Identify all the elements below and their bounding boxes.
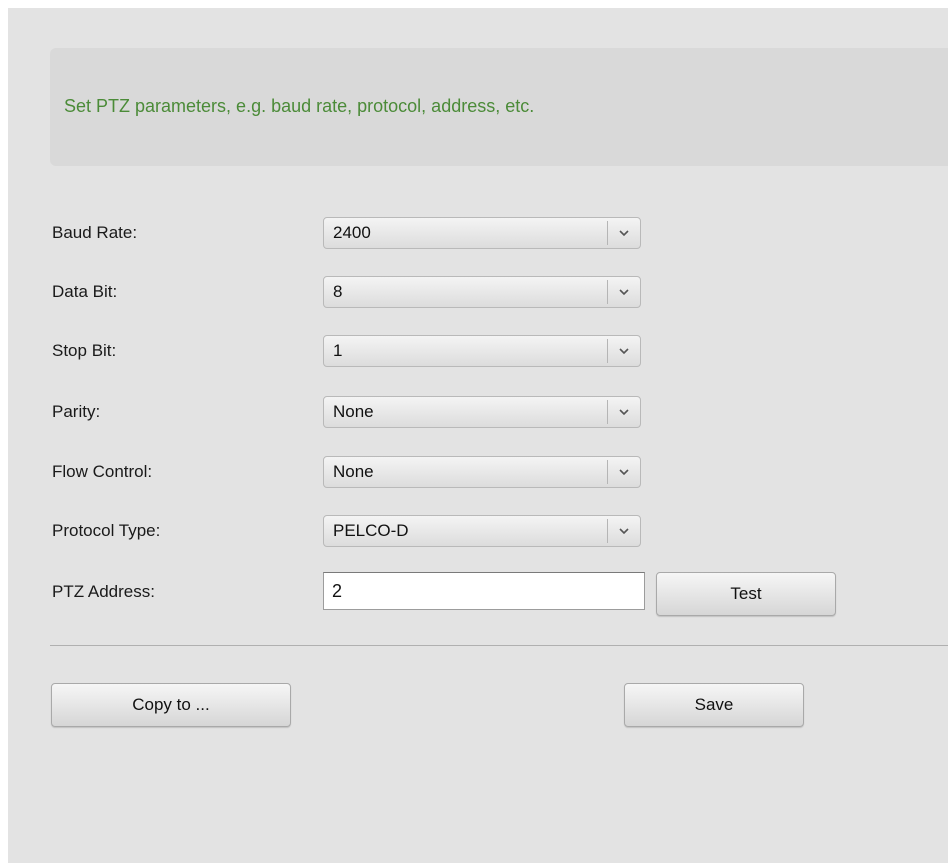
protocol-type-value: PELCO-D bbox=[333, 521, 409, 540]
baud-rate-value: 2400 bbox=[333, 223, 371, 242]
save-button[interactable]: Save bbox=[624, 683, 804, 727]
test-button[interactable]: Test bbox=[656, 572, 836, 616]
flow-control-label: Flow Control: bbox=[52, 462, 153, 481]
ptz-address-label: PTZ Address: bbox=[52, 582, 155, 601]
chevron-down-icon[interactable] bbox=[608, 457, 640, 487]
data-bit-label: Data Bit: bbox=[52, 282, 118, 301]
chevron-down-icon[interactable] bbox=[608, 218, 640, 248]
ptz-address-input[interactable] bbox=[323, 572, 645, 610]
protocol-type-select[interactable]: PELCO-D bbox=[323, 515, 641, 547]
protocol-type-label: Protocol Type: bbox=[52, 521, 161, 540]
copy-to-button[interactable]: Copy to ... bbox=[51, 683, 291, 727]
data-bit-select[interactable]: 8 bbox=[323, 276, 641, 308]
data-bit-value: 8 bbox=[333, 282, 343, 301]
chevron-down-icon[interactable] bbox=[608, 397, 640, 427]
parity-select[interactable]: None bbox=[323, 396, 641, 428]
stop-bit-select[interactable]: 1 bbox=[323, 335, 641, 367]
parity-label: Parity: bbox=[52, 402, 101, 421]
stop-bit-label: Stop Bit: bbox=[52, 341, 117, 360]
stop-bit-value: 1 bbox=[333, 341, 343, 360]
flow-control-select[interactable]: None bbox=[323, 456, 641, 488]
divider bbox=[50, 645, 948, 646]
chevron-down-icon[interactable] bbox=[608, 277, 640, 307]
baud-rate-select[interactable]: 2400 bbox=[323, 217, 641, 249]
baud-rate-label: Baud Rate: bbox=[52, 223, 138, 242]
flow-control-value: None bbox=[333, 462, 374, 481]
parity-value: None bbox=[333, 402, 374, 421]
chevron-down-icon[interactable] bbox=[608, 336, 640, 366]
info-text: Set PTZ parameters, e.g. baud rate, prot… bbox=[64, 96, 535, 116]
chevron-down-icon[interactable] bbox=[608, 516, 640, 546]
